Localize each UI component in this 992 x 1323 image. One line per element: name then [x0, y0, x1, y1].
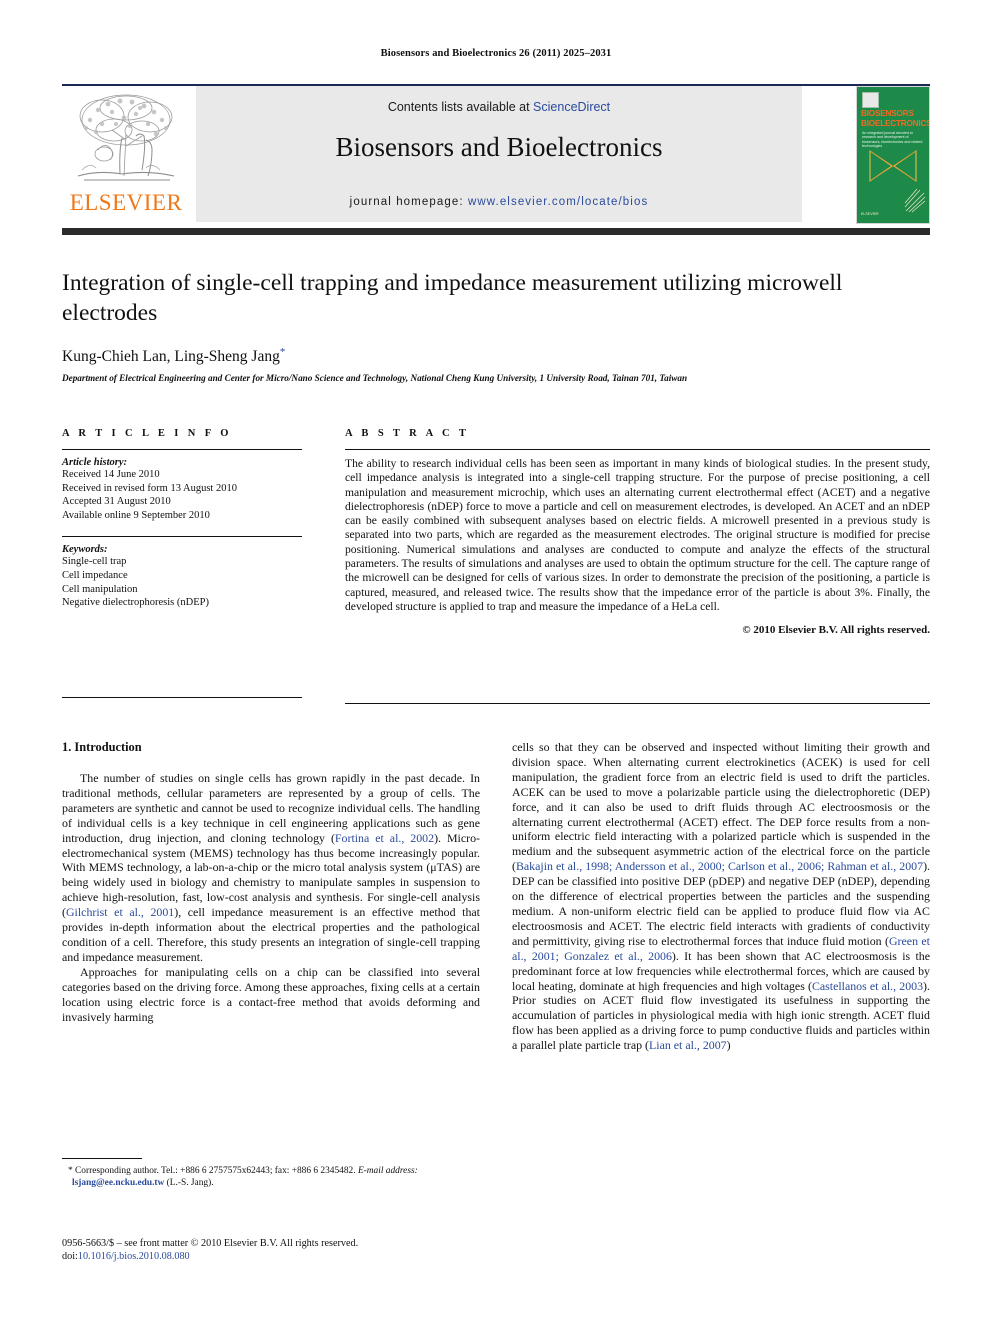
- copyright-line: © 2010 Elsevier B.V. All rights reserved…: [742, 624, 930, 637]
- footnote-corresponding-text: Corresponding author. Tel.: +886 6 27575…: [75, 1166, 356, 1176]
- article-history-item: Received in revised form 13 August 2010: [62, 482, 237, 494]
- abstract-column: A B S T R A C T The ability to research …: [345, 428, 930, 636]
- cover-bottom-text: ELSEVIER: [861, 212, 879, 217]
- abstract-heading: A B S T R A C T: [345, 428, 470, 439]
- section-heading-introduction: 1. Introduction: [62, 740, 142, 754]
- citation-link[interactable]: Lian et al., 2007: [649, 1038, 727, 1052]
- abstract-rule: [345, 449, 930, 450]
- journal-header-center: Contents lists available at ScienceDirec…: [195, 86, 802, 222]
- body-column-left: 1. Introduction The number of studies on…: [62, 740, 480, 1024]
- footnote-marker: *: [68, 1166, 73, 1176]
- keyword-item: Cell manipulation: [62, 583, 138, 595]
- paragraph-text: ): [726, 1038, 731, 1053]
- elsevier-logo: ELSEVIER: [62, 86, 190, 222]
- paragraph: cells so that they can be observed and i…: [512, 740, 930, 1053]
- cover-title-line1: BIOSENSORS: [861, 109, 914, 118]
- citation-link[interactable]: Castellanos et al., 2003: [812, 979, 923, 993]
- header-bottom-bar: [62, 228, 930, 235]
- article-history-label: Article history:: [62, 457, 128, 468]
- article-info-column: A R T I C L E I N F O Article history: R…: [62, 428, 302, 610]
- page-title: Integration of single-cell trapping and …: [62, 270, 843, 326]
- abstract-text: The ability to research individual cells…: [345, 457, 930, 613]
- keywords-rule: [62, 536, 302, 538]
- elsevier-tree-icon: [77, 94, 175, 181]
- issn-line: 0956-5663/$ – see front matter © 2010 El…: [62, 1238, 359, 1249]
- footnote-rule: [62, 1158, 142, 1159]
- article-history-item: Available online 9 September 2010: [62, 509, 210, 521]
- keyword-item: Cell impedance: [62, 569, 128, 581]
- journal-homepage-line: journal homepage: www.elsevier.com/locat…: [196, 196, 802, 208]
- journal-cover-thumbnail: BIOSENSORS BIOELECTRONICS An integrated …: [856, 86, 930, 224]
- article-info-heading: A R T I C L E I N F O: [62, 428, 232, 439]
- article-info-bottom-rule: [62, 697, 302, 698]
- article-history-item: Received 14 June 2010: [62, 469, 160, 480]
- cover-logo-box: [862, 92, 879, 108]
- title-block: Integration of single-cell trapping and …: [62, 268, 930, 383]
- keywords-label: Keywords:: [62, 544, 108, 556]
- doi-label: doi:: [62, 1250, 78, 1262]
- keyword-item: Negative dielectrophoresis (nDEP): [62, 597, 209, 609]
- corresponding-author-footnote: * Corresponding author. Tel.: +886 6 275…: [62, 1158, 480, 1189]
- affiliation: Department of Electrical Engineering and…: [62, 373, 688, 384]
- contents-available-line: Contents lists available at ScienceDirec…: [196, 100, 802, 114]
- corresponding-author-marker: *: [279, 346, 286, 358]
- citation-link[interactable]: Gilchrist et al., 2001: [66, 905, 174, 919]
- email-suffix: (L.-S. Jang).: [166, 1178, 214, 1188]
- article-history-item: Accepted 31 August 2010: [62, 496, 171, 508]
- journal-title: Biosensors and Bioelectronics: [335, 132, 663, 162]
- body-column-right: cells so that they can be observed and i…: [512, 740, 930, 1053]
- doi-link[interactable]: 10.1016/j.bios.2010.08.080: [78, 1251, 190, 1262]
- journal-homepage-link[interactable]: www.elsevier.com/locate/bios: [468, 196, 648, 208]
- running-head: Biosensors and Bioelectronics 26 (2011) …: [380, 48, 612, 59]
- journal-header-band: ELSEVIER Contents lists available at Sci…: [62, 86, 930, 224]
- issn-doi-block: 0956-5663/$ – see front matter © 2010 El…: [62, 1238, 502, 1263]
- author-list: Kung-Chieh Lan, Ling-Sheng Jang*: [62, 346, 930, 366]
- footnote-text: * Corresponding author. Tel.: +886 6 275…: [62, 1165, 480, 1189]
- paragraph: Approaches for manipulating cells on a c…: [62, 964, 480, 1024]
- homepage-prefix: journal homepage:: [349, 196, 468, 208]
- paragraph-text: cells so that they can be observed and i…: [512, 740, 930, 874]
- cover-bowtie-graphic: [869, 150, 917, 182]
- sciencedirect-link[interactable]: ScienceDirect: [533, 100, 610, 114]
- cover-corner-graphic: [904, 188, 926, 213]
- email-link[interactable]: lsjang@ee.ncku.edu.tw: [72, 1178, 164, 1188]
- contents-prefix: Contents lists available at: [387, 100, 534, 114]
- email-label: E-mail address:: [357, 1166, 418, 1176]
- author-names: Kung-Chieh Lan, Ling-Sheng Jang: [62, 348, 280, 366]
- paragraph: The number of studies on single cells ha…: [62, 771, 480, 965]
- journal-article-page: Biosensors and Bioelectronics 26 (2011) …: [0, 0, 992, 1323]
- citation-link[interactable]: Bakajin et al., 1998; Andersson et al., …: [516, 859, 923, 873]
- doi-line: doi:10.1016/j.bios.2010.08.080: [62, 1251, 502, 1264]
- cover-subtitle: An integrated journal devoted to researc…: [862, 131, 923, 149]
- abstract-bottom-rule: [345, 703, 930, 704]
- elsevier-wordmark: ELSEVIER: [69, 190, 183, 215]
- citation-link[interactable]: Fortina et al., 2002: [335, 831, 434, 845]
- article-info-rule: [62, 449, 302, 450]
- cover-title-line2: BIOELECTRONICS: [861, 119, 930, 128]
- keyword-item: Single-cell trap: [62, 556, 127, 568]
